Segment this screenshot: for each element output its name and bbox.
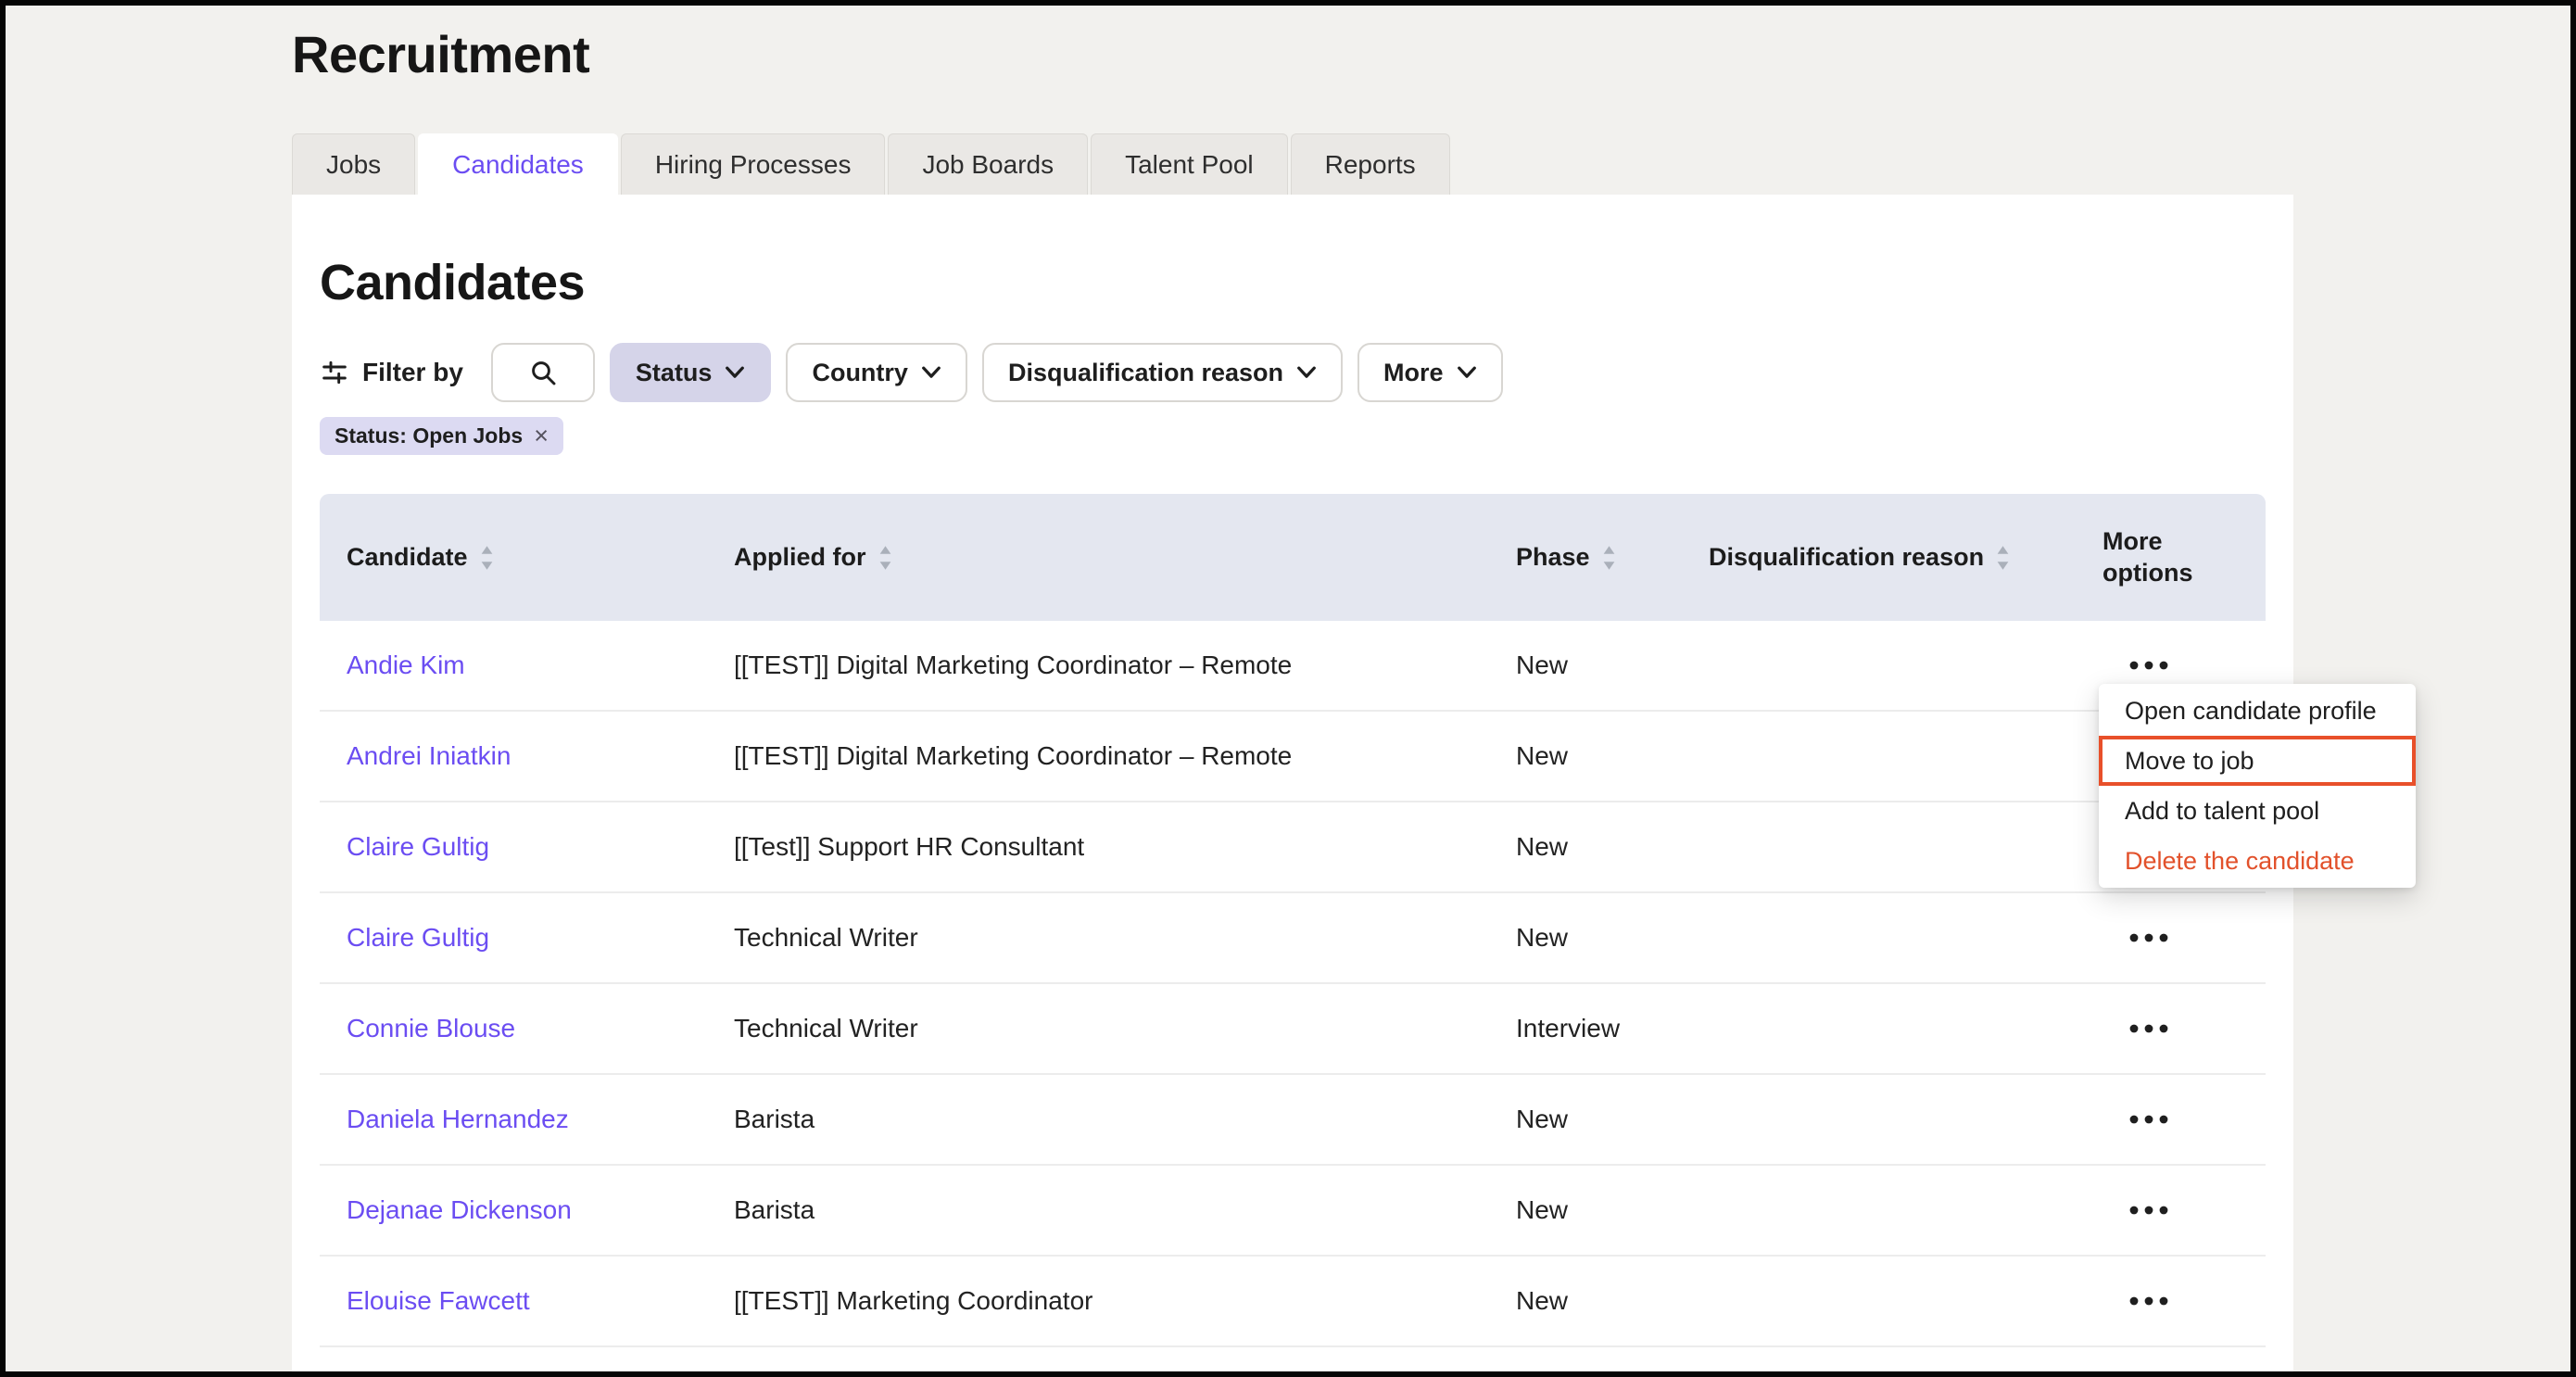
table-body: Andie Kim [[TEST]] Digital Marketing Coor… — [320, 621, 2266, 1347]
filter-button-label: Country — [812, 359, 908, 387]
candidate-name-link[interactable]: Andie Kim — [347, 651, 465, 679]
tab-hiring-processes[interactable]: Hiring Processes — [621, 133, 886, 195]
menu-item-open-candidate-profile[interactable]: Open candidate profile — [2099, 686, 2416, 736]
filter-button-more[interactable]: More — [1357, 343, 1503, 402]
phase-cell: New — [1516, 651, 1709, 680]
row-context-menu: Open candidate profileMove to jobAdd to … — [2099, 684, 2416, 888]
chevron-down-icon — [921, 366, 941, 379]
applied-for-cell: Barista — [734, 1195, 1516, 1225]
chevron-down-icon — [1457, 366, 1477, 379]
applied-for-cell: Technical Writer — [734, 1014, 1516, 1043]
candidate-row: Dejanae Dickenson BaristaNew — [320, 1166, 2266, 1257]
filter-button-status[interactable]: Status — [610, 343, 772, 402]
filter-by: Filter by — [320, 358, 463, 387]
candidate-row: Claire Gultig [[Test]] Support HR Consult… — [320, 802, 2266, 893]
candidate-name-link[interactable]: Connie Blouse — [347, 1014, 515, 1042]
column-header-phase[interactable]: Phase — [1516, 543, 1709, 572]
chevron-down-icon — [1296, 366, 1317, 379]
applied-for-cell: [[TEST]] Digital Marketing Coordinator –… — [734, 651, 1516, 680]
chip-close-icon[interactable]: × — [534, 423, 549, 448]
row-more-options-button[interactable] — [2102, 1104, 2169, 1135]
sort-arrows-icon — [1995, 544, 2011, 572]
table-header-row: Candidate Applied for Phase Disqualificatio… — [320, 494, 2266, 621]
column-header-candidate[interactable]: Candidate — [320, 543, 734, 572]
chevron-down-icon — [725, 366, 745, 379]
phase-cell: New — [1516, 1195, 1709, 1225]
applied-for-cell: Barista — [734, 1105, 1516, 1134]
filter-button-disqualification-reason[interactable]: Disqualification reason — [982, 343, 1343, 402]
search-icon — [528, 358, 558, 387]
candidates-heading: Candidates — [320, 254, 2266, 311]
menu-item-delete-the-candidate[interactable]: Delete the candidate — [2099, 836, 2416, 886]
ellipsis-icon — [2128, 1206, 2169, 1215]
column-header-disqualification-reason[interactable]: Disqualification reason — [1709, 543, 2102, 572]
phase-cell: New — [1516, 1105, 1709, 1134]
filter-buttons: Status Country Disqualification reason More — [610, 343, 1503, 402]
page-title: Recruitment — [292, 24, 589, 84]
tab-bar: JobsCandidatesHiring ProcessesJob Boards… — [292, 133, 1450, 195]
search-button[interactable] — [491, 343, 595, 402]
filter-chip-label: Status: Open Jobs — [335, 423, 523, 448]
candidate-row: Daniela Hernandez BaristaNew — [320, 1075, 2266, 1166]
candidate-name-link[interactable]: Claire Gultig — [347, 832, 489, 861]
ellipsis-icon — [2128, 1115, 2169, 1124]
applied-for-cell: [[TEST]] Digital Marketing Coordinator –… — [734, 741, 1516, 771]
tab-job-boards[interactable]: Job Boards — [888, 133, 1088, 195]
column-header-applied-for[interactable]: Applied for — [734, 543, 1516, 572]
filter-button-country[interactable]: Country — [786, 343, 967, 402]
row-more-options-button[interactable] — [2102, 1013, 2169, 1044]
menu-item-move-to-job[interactable]: Move to job — [2099, 736, 2416, 786]
candidate-name-link[interactable]: Claire Gultig — [347, 923, 489, 952]
filter-sliders-icon — [320, 358, 349, 387]
phase-cell: New — [1516, 832, 1709, 862]
row-more-options-button[interactable] — [2102, 922, 2169, 954]
filter-button-label: More — [1383, 359, 1444, 387]
column-header-label: Candidate — [347, 543, 468, 572]
menu-item-add-to-talent-pool[interactable]: Add to talent pool — [2099, 786, 2416, 836]
candidate-row: Connie Blouse Technical WriterInterview — [320, 984, 2266, 1075]
candidate-row: Andrei Iniatkin [[TEST]] Digital Marketin… — [320, 712, 2266, 802]
tab-jobs[interactable]: Jobs — [292, 133, 415, 195]
phase-cell: Interview — [1516, 1014, 1709, 1043]
phase-cell: New — [1516, 923, 1709, 953]
filter-by-label: Filter by — [362, 358, 463, 387]
column-header-label: More options — [2102, 526, 2256, 589]
filter-row: Filter by Status Country Disqualification … — [320, 343, 2266, 402]
candidate-name-link[interactable]: Daniela Hernandez — [347, 1105, 569, 1133]
filter-chip-status-open-jobs[interactable]: Status: Open Jobs × — [320, 417, 563, 455]
phase-cell: New — [1516, 741, 1709, 771]
ellipsis-icon — [2128, 1024, 2169, 1033]
row-more-options-button[interactable] — [2102, 1285, 2169, 1317]
sort-arrows-icon — [878, 544, 893, 572]
tab-reports[interactable]: Reports — [1291, 133, 1450, 195]
candidate-name-link[interactable]: Elouise Fawcett — [347, 1286, 530, 1315]
ellipsis-icon — [2128, 661, 2169, 670]
filter-button-label: Disqualification reason — [1008, 359, 1283, 387]
tab-candidates[interactable]: Candidates — [418, 133, 618, 195]
candidate-name-link[interactable]: Dejanae Dickenson — [347, 1195, 572, 1224]
candidate-row: Claire Gultig Technical WriterNew — [320, 893, 2266, 984]
ellipsis-icon — [2128, 933, 2169, 942]
column-header-more-options: More options — [2102, 526, 2266, 589]
candidates-table: Candidate Applied for Phase Disqualificatio… — [320, 494, 2266, 1347]
candidates-panel: Candidates Filter by — [292, 195, 2293, 1377]
phase-cell: New — [1516, 1286, 1709, 1316]
candidate-row: Andie Kim [[TEST]] Digital Marketing Coor… — [320, 621, 2266, 712]
column-header-label: Applied for — [734, 543, 866, 572]
column-header-label: Phase — [1516, 543, 1590, 572]
row-more-options-button[interactable] — [2102, 1194, 2169, 1226]
sort-arrows-icon — [1601, 544, 1617, 572]
tab-talent-pool[interactable]: Talent Pool — [1091, 133, 1288, 195]
candidate-row: Elouise Fawcett [[TEST]] Marketing Coordi… — [320, 1257, 2266, 1347]
candidate-name-link[interactable]: Andrei Iniatkin — [347, 741, 511, 770]
applied-for-cell: [[Test]] Support HR Consultant — [734, 832, 1516, 862]
applied-for-cell: Technical Writer — [734, 923, 1516, 953]
sort-arrows-icon — [479, 544, 495, 572]
applied-for-cell: [[TEST]] Marketing Coordinator — [734, 1286, 1516, 1316]
active-filters-row: Status: Open Jobs × — [320, 417, 2266, 455]
ellipsis-icon — [2128, 1296, 2169, 1306]
filter-button-label: Status — [636, 359, 713, 387]
column-header-label: Disqualification reason — [1709, 543, 1984, 572]
row-more-options-button[interactable] — [2102, 650, 2169, 681]
